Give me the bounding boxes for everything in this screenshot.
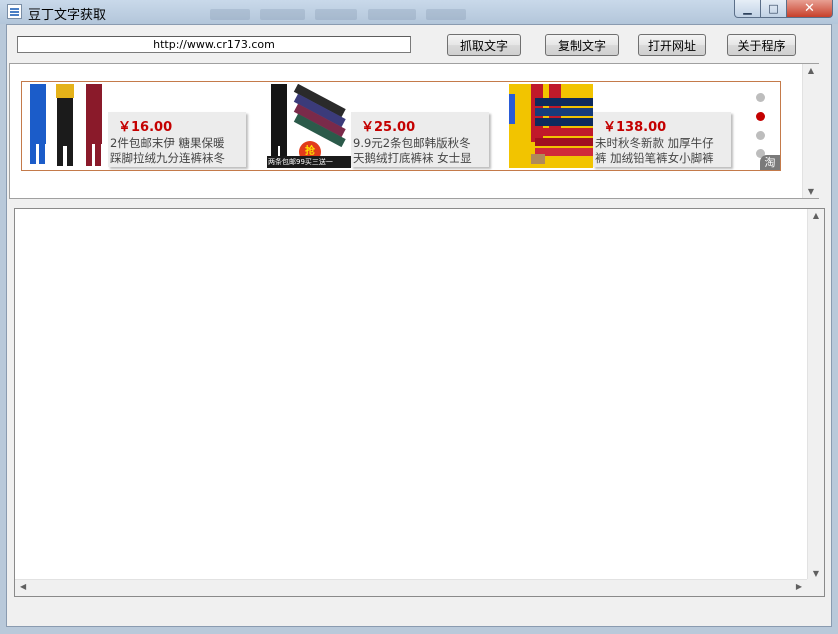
ad-carousel[interactable]: ￥16.00 2件包邮末伊 糖果保暖 踩脚拉绒九分连裤袜冬 抢 两条包邮99买三… [21,81,781,171]
ad-description-line: 踩脚拉绒九分连裤袜冬 [110,151,225,165]
scroll-left-arrow-icon[interactable]: ◀ [20,582,26,591]
ad-info-card[interactable]: ￥138.00 未时秋冬新款 加厚牛仔 裤 加绒铅笔裤女小脚裤 [593,112,731,167]
ad-description: 2件包邮末伊 糖果保暖 踩脚拉绒九分连裤袜冬 [110,136,246,166]
app-icon [7,4,22,19]
promo-badge: 抢 [305,146,315,157]
scroll-right-arrow-icon[interactable]: ▶ [796,582,802,591]
maximize-icon: □ [768,2,779,15]
text-output-area[interactable]: ▲ ▼ ◀ ▶ [14,208,825,597]
minimize-button[interactable]: ▁ [734,0,761,18]
background-blur [368,9,416,20]
background-blur [315,9,357,20]
scrollbar-corner [807,579,824,596]
ad-info-card[interactable]: ￥16.00 2件包邮末伊 糖果保暖 踩脚拉绒九分连裤袜冬 [108,112,246,167]
grab-text-button[interactable]: 抓取文字 [447,34,521,56]
ad-description-line: 2件包邮末伊 糖果保暖 [110,136,225,150]
carousel-dot[interactable] [756,131,765,140]
minimize-icon: ▁ [743,2,752,15]
output-horizontal-scrollbar[interactable]: ◀ ▶ [15,579,807,596]
ad-price: ￥25.00 [361,120,416,135]
ad-browser-panel: ￥16.00 2件包邮末伊 糖果保暖 踩脚拉绒九分连裤袜冬 抢 两条包邮99买三… [9,63,819,199]
leggings-image[interactable] [24,84,108,168]
ad-description-line: 裤 加绒铅笔裤女小脚裤 [595,151,714,165]
carousel-dot-active[interactable] [756,112,765,121]
background-blur [210,9,250,20]
ad-description: 9.9元2条包邮韩版秋冬 天鹅绒打底裤袜 女士显 [353,136,489,166]
about-button[interactable]: 关于程序 [727,34,796,56]
scroll-down-arrow-icon[interactable]: ▼ [803,187,819,196]
client-area: 抓取文字 复制文字 打开网址 关于程序 [6,24,832,627]
close-icon: ✕ [804,1,815,16]
scroll-up-arrow-icon[interactable]: ▲ [803,66,819,75]
tights-image[interactable]: 抢 两条包邮99买三送一 [267,84,351,168]
close-button[interactable]: ✕ [787,0,833,18]
ad-description-line: 天鹅绒打底裤袜 女士显 [353,151,472,165]
background-blur [426,9,466,20]
title-bar[interactable]: 豆丁文字获取 ▁ □ ✕ [0,0,838,24]
ad-price: ￥138.00 [603,120,667,135]
scroll-down-arrow-icon[interactable]: ▼ [808,569,824,578]
window-title: 豆丁文字获取 [28,8,107,23]
maximize-button[interactable]: □ [761,0,787,18]
url-input[interactable] [17,36,411,53]
jeans-image[interactable] [509,84,593,168]
ad-panel-vertical-scrollbar[interactable]: ▲ ▼ [802,64,819,198]
taobao-badge[interactable]: 淘 [760,155,780,170]
open-url-button[interactable]: 打开网址 [638,34,706,56]
window-controls: ▁ □ ✕ [734,0,833,18]
scroll-up-arrow-icon[interactable]: ▲ [808,211,824,220]
output-vertical-scrollbar[interactable]: ▲ ▼ [807,209,824,580]
copy-text-button[interactable]: 复制文字 [545,34,619,56]
ad-description: 未时秋冬新款 加厚牛仔 裤 加绒铅笔裤女小脚裤 [595,136,731,166]
carousel-dot[interactable] [756,93,765,102]
promo-banner: 两条包邮99买三送一 [268,158,333,166]
ad-description-line: 9.9元2条包邮韩版秋冬 [353,136,471,150]
ad-info-card[interactable]: ￥25.00 9.9元2条包邮韩版秋冬 天鹅绒打底裤袜 女士显 [351,112,489,167]
ad-description-line: 未时秋冬新款 加厚牛仔 [595,136,714,150]
ad-price: ￥16.00 [118,120,173,135]
background-blur [260,9,305,20]
